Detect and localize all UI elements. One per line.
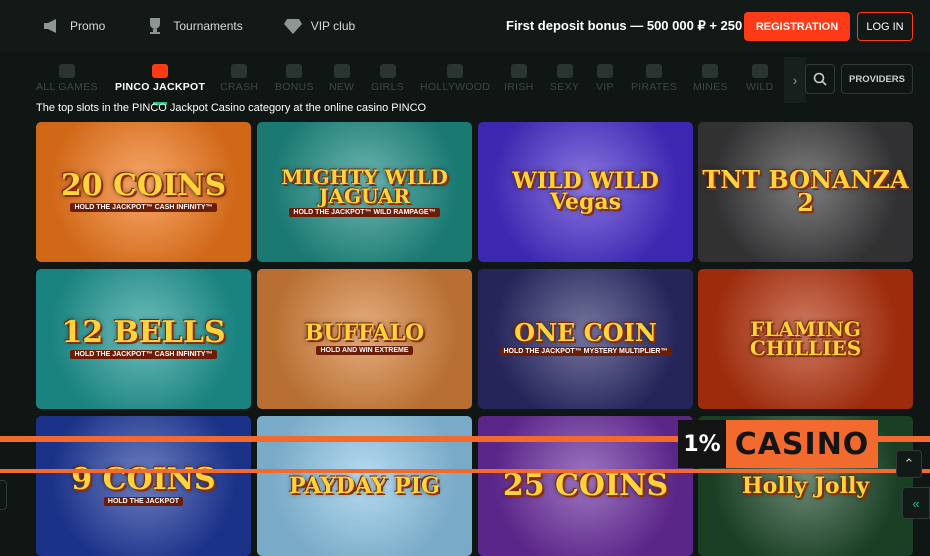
game-art: WILD WILD Vegas: [478, 168, 693, 215]
tab-crash[interactable]: CRASH: [220, 64, 258, 93]
tab-vip[interactable]: VIP: [596, 64, 614, 93]
game-title: ONE COIN: [514, 318, 657, 348]
trophy-icon: [150, 18, 161, 34]
jackpot-icon: [152, 64, 169, 78]
nav-promo-label: Promo: [70, 19, 106, 33]
game-tile[interactable]: ONE COIN HOLD THE JACKPOT™ MYSTERY MULTIP…: [478, 269, 693, 409]
tab-wild[interactable]: WILD: [746, 64, 773, 93]
game-art: MIGHTY WILD JAGUAR HOLD THE JACKPOT™ WILD…: [257, 164, 472, 217]
game-art: PAYDAY PIG: [289, 472, 440, 499]
watermark-stripe-lower: [0, 469, 930, 473]
watermark-mark: 1%: [678, 420, 726, 468]
search-button[interactable]: [805, 64, 835, 94]
double-chevron-up-icon: ⌃: [903, 456, 915, 471]
game-title: BUFFALO: [304, 320, 425, 347]
login-button[interactable]: LOG IN: [857, 12, 913, 41]
game-art: FLAMING CHILLIES: [698, 317, 913, 360]
tab-mines[interactable]: MINES: [693, 64, 728, 93]
category-caption: The top slots in the PINCO Jackpot Casin…: [36, 102, 427, 114]
megaphone-icon: [44, 19, 56, 33]
deposit-bonus-text: First deposit bonus — 500 000 ₽ + 250 FS: [506, 18, 763, 33]
tab-irish[interactable]: IRISH: [504, 64, 534, 93]
tab-all-games[interactable]: ALL GAMES: [36, 64, 98, 93]
game-art: 25 COINS: [502, 467, 669, 503]
clover-icon: [510, 64, 527, 78]
registration-button[interactable]: REGISTRATION: [744, 12, 850, 41]
game-tile[interactable]: FLAMING CHILLIES: [698, 269, 913, 409]
game-tile[interactable]: TNT BONANZA 2: [698, 122, 913, 262]
left-panel-tab[interactable]: [0, 480, 7, 510]
game-subtitle: HOLD THE JACKPOT™ WILD RAMPAGE™: [289, 207, 440, 217]
vip-icon: [596, 64, 613, 78]
game-title: Holly Jolly: [741, 472, 870, 499]
bonus-icon: [286, 64, 303, 78]
game-tile[interactable]: WILD WILD Vegas: [478, 122, 693, 262]
nav-vip-club-label: VIP club: [310, 19, 356, 33]
game-art: Holly Jolly: [741, 472, 870, 499]
double-chevron-left-icon: «: [912, 495, 920, 511]
game-tile[interactable]: BUFFALO HOLD AND WIN EXTREME: [257, 269, 472, 409]
skull-icon: [646, 64, 663, 78]
diamond-icon: [283, 19, 302, 34]
game-tile[interactable]: 12 BELLS HOLD THE JACKPOT™ CASH INFINITY™: [36, 269, 251, 409]
new-icon: [333, 64, 350, 78]
nav-tournaments[interactable]: Tournaments: [145, 17, 243, 35]
watermark-logo: 1% CASINO: [678, 420, 878, 468]
tab-bonus[interactable]: BONUS: [275, 64, 314, 93]
tab-girls[interactable]: GIRLS: [371, 64, 404, 93]
game-art: TNT BONANZA 2: [698, 165, 913, 217]
tab-new[interactable]: NEW: [329, 64, 354, 93]
girl-icon: [379, 64, 396, 78]
game-tile[interactable]: MIGHTY WILD JAGUAR HOLD THE JACKPOT™ WILD…: [257, 122, 472, 262]
game-title: 20 COINS: [60, 168, 227, 204]
game-art: 12 BELLS HOLD THE JACKPOT™ CASH INFINITY™: [61, 315, 226, 359]
lips-icon: [556, 64, 573, 78]
tab-pirates[interactable]: PIRATES: [631, 64, 677, 93]
rocket-icon: [231, 64, 248, 78]
watermark-word: CASINO: [726, 420, 878, 468]
game-subtitle: HOLD THE JACKPOT™ CASH INFINITY™: [70, 202, 217, 212]
tab-hollywood[interactable]: HOLLYWOOD: [420, 64, 490, 93]
game-title: FLAMING CHILLIES: [749, 317, 862, 360]
game-title: WILD WILD Vegas: [512, 168, 659, 215]
game-subtitle: HOLD AND WIN EXTREME: [316, 345, 413, 355]
nav-tournaments-label: Tournaments: [173, 19, 243, 33]
top-bar: Promo Tournaments VIP club First deposit…: [0, 0, 930, 52]
game-subtitle: HOLD THE JACKPOT™ MYSTERY MULTIPLIER™: [499, 346, 672, 356]
scroll-top-button[interactable]: ⌃: [896, 450, 922, 478]
collapse-panel-button[interactable]: «: [902, 487, 930, 519]
game-art: 20 COINS HOLD THE JACKPOT™ CASH INFINITY™: [60, 168, 227, 212]
providers-button[interactable]: PROVIDERS: [841, 64, 913, 94]
nav-promo[interactable]: Promo: [42, 17, 105, 35]
game-art: BUFFALO HOLD AND WIN EXTREME: [304, 320, 425, 355]
game-subtitle: HOLD THE JACKPOT: [103, 496, 184, 506]
game-subtitle: HOLD THE JACKPOT™ CASH INFINITY™: [70, 349, 217, 359]
nav-vip-club[interactable]: VIP club: [283, 17, 355, 35]
search-icon: [813, 72, 827, 86]
game-title: PAYDAY PIG: [289, 472, 440, 499]
camera-icon: [447, 64, 464, 78]
game-title: 12 BELLS: [61, 315, 226, 351]
grid-icon: [58, 64, 75, 78]
game-title: MIGHTY WILD JAGUAR: [281, 164, 448, 208]
chevron-right-icon: ›: [792, 72, 798, 88]
game-tile[interactable]: 20 COINS HOLD THE JACKPOT™ CASH INFINITY™: [36, 122, 251, 262]
game-title: 25 COINS: [502, 467, 669, 503]
tab-sexy[interactable]: SEXY: [550, 64, 579, 93]
game-title: TNT BONANZA 2: [702, 165, 909, 217]
wild-icon: [751, 64, 768, 78]
game-art: ONE COIN HOLD THE JACKPOT™ MYSTERY MULTIP…: [499, 318, 672, 356]
tab-pinco-jackpot[interactable]: PINCO JACKPOT: [115, 64, 205, 105]
categories-next-button[interactable]: ›: [784, 57, 806, 103]
bomb-icon: [702, 64, 719, 78]
